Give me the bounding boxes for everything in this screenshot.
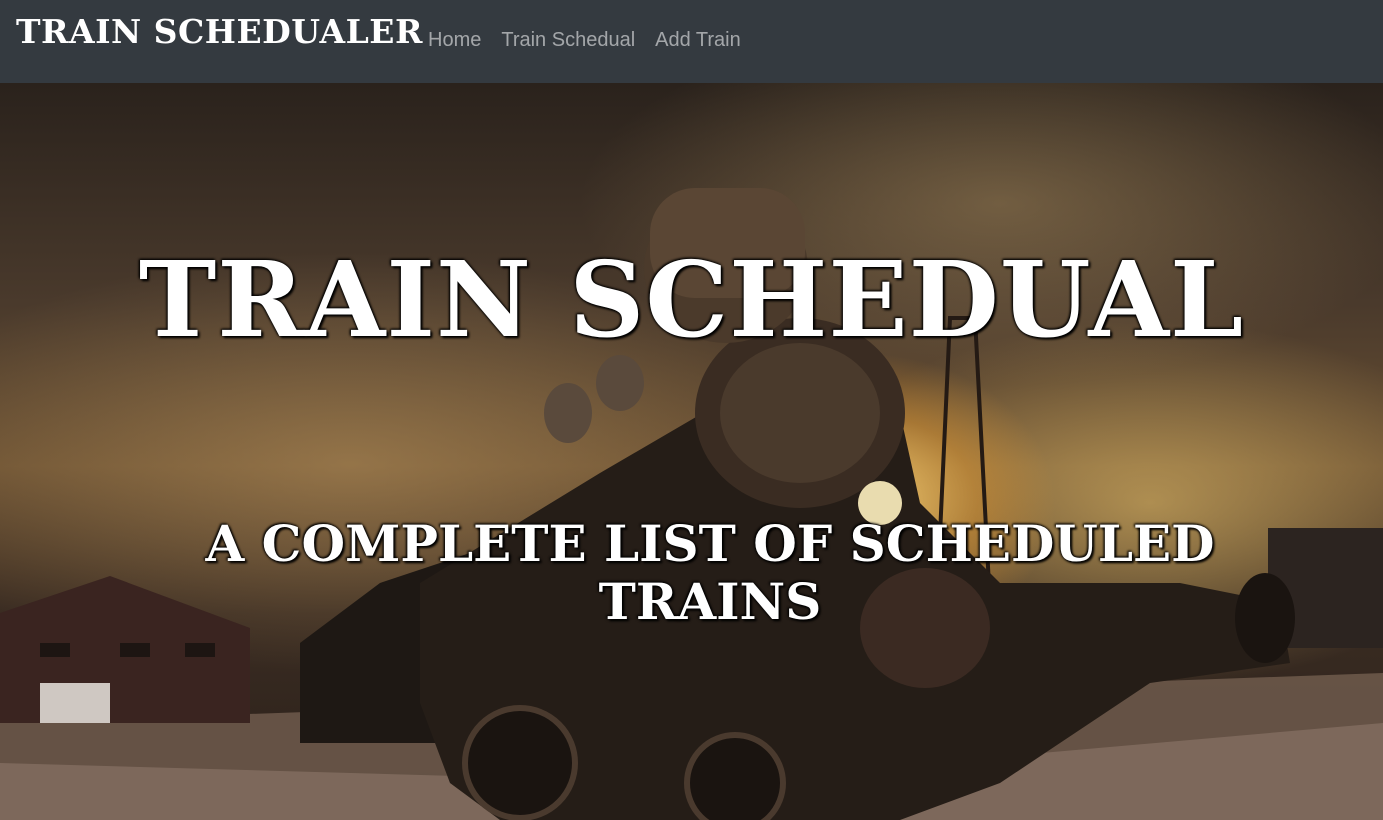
nav-link-train-schedual[interactable]: Train Schedual (501, 29, 635, 52)
nav-links: Home Train Schedual Add Train (428, 29, 741, 52)
hero-subtitle: A COMPLETE LIST OF SCHEDULED TRAINS (205, 514, 1215, 631)
hero-banner: TRAIN SCHEDUAL A COMPLETE LIST OF SCHEDU… (0, 83, 1383, 820)
nav-link-add-train[interactable]: Add Train (655, 29, 741, 52)
brand-link[interactable]: TRAIN SCHEDUALER (16, 12, 423, 51)
navbar: TRAIN SCHEDUALER Home Train Schedual Add… (0, 0, 1383, 83)
steam-locomotive-background-image (0, 188, 1383, 820)
nav-link-home[interactable]: Home (428, 29, 481, 52)
hero-title: TRAIN SCHEDUAL (138, 238, 1245, 361)
